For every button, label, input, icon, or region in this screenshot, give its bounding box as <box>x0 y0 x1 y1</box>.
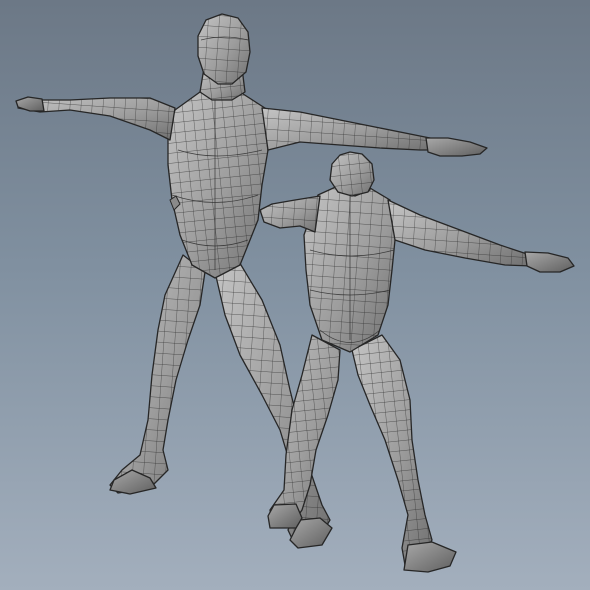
back-figure-right-hand <box>524 251 575 273</box>
front-figure-right-hand <box>425 137 488 157</box>
back-figure-right-foot <box>403 541 457 573</box>
viewport-canvas <box>15 13 575 573</box>
back-figure-left-foot <box>267 503 303 529</box>
3d-viewport[interactable] <box>0 0 590 590</box>
